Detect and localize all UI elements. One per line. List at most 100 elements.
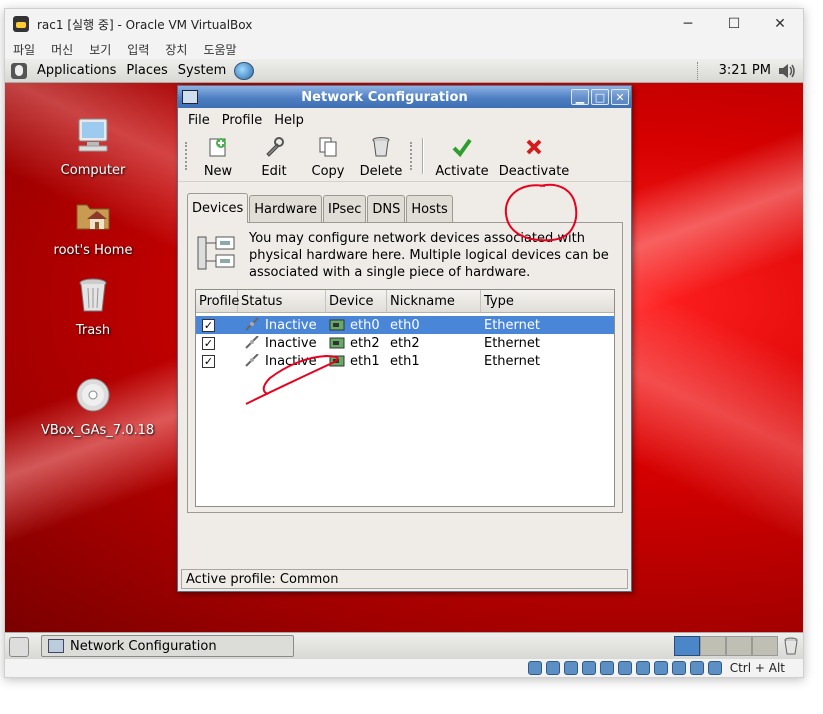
menu-file[interactable]: File	[188, 113, 210, 128]
dialog-minimize-button[interactable]: ▁	[571, 89, 589, 105]
menu-profile[interactable]: Profile	[222, 113, 262, 128]
gnome-bottom-panel: Network Configuration	[5, 632, 803, 659]
column-header-device[interactable]: Device	[326, 290, 387, 312]
deactivate-button[interactable]: Deactivate	[498, 136, 570, 179]
dialog-titlebar[interactable]: Network Configuration ▁ □ ✕	[178, 86, 631, 108]
tab-dns[interactable]: DNS	[367, 195, 406, 223]
ethernet-card-icon	[329, 319, 345, 331]
shared-folders-icon[interactable]	[617, 661, 632, 675]
type-text: Ethernet	[484, 335, 540, 351]
copy-button[interactable]: Copy	[308, 136, 348, 179]
list-header: Profile Status Device Nickname Type	[196, 290, 614, 313]
tab-ipsec[interactable]: IPsec	[323, 195, 367, 223]
network-status-icon[interactable]	[234, 61, 255, 80]
column-header-profile[interactable]: Profile	[196, 290, 239, 312]
applications-menu[interactable]: Applications	[37, 63, 116, 78]
toolbar-separator	[422, 138, 424, 174]
tab-hardware[interactable]: Hardware	[249, 195, 322, 223]
workspace-1[interactable]	[674, 636, 700, 656]
activate-label: Activate	[435, 164, 489, 179]
recording-icon[interactable]	[653, 661, 668, 675]
workspace-4[interactable]	[752, 636, 778, 656]
system-menu[interactable]: System	[178, 63, 226, 78]
desktop-icon-label: Trash	[75, 323, 111, 338]
cd-icon	[76, 378, 110, 412]
menu-devices[interactable]: 장치	[165, 41, 187, 58]
cpu-icon[interactable]	[671, 661, 686, 675]
edit-button[interactable]: Edit	[256, 136, 292, 179]
deactivate-icon	[526, 139, 542, 155]
device-text: eth0	[350, 317, 380, 333]
column-header-nickname[interactable]: Nickname	[387, 290, 481, 312]
network-adapter-icon[interactable]	[581, 661, 596, 675]
tab-hosts[interactable]: Hosts	[406, 195, 453, 223]
tab-devices[interactable]: Devices	[187, 193, 249, 223]
nickname-text: eth2	[390, 335, 420, 351]
toolbar-grip[interactable]	[185, 142, 189, 170]
menu-input[interactable]: 입력	[127, 41, 149, 58]
show-desktop-button[interactable]	[9, 637, 29, 657]
status-text: Inactive	[265, 317, 317, 333]
dialog-tabs: Devices Hardware IPsec DNS Hosts	[187, 193, 454, 223]
minimize-button[interactable]: ─	[665, 9, 711, 39]
devices-tab-panel: You may configure network devices associ…	[187, 222, 623, 513]
usb-icon[interactable]	[599, 661, 614, 675]
desktop-icon-home[interactable]: root's Home	[43, 195, 143, 258]
desktop-icon-computer[interactable]: Computer	[43, 115, 143, 178]
profile-checkbox[interactable]: ✓	[202, 318, 215, 332]
panel-separator	[697, 62, 699, 80]
panel-clock[interactable]: 3:21 PM	[719, 63, 771, 78]
virtualbox-window-title: rac1 [실행 중] - Oracle VM VirtualBox	[37, 17, 253, 32]
close-button[interactable]: ✕	[757, 9, 803, 39]
delete-button[interactable]: Delete	[359, 136, 403, 179]
virtualbox-titlebar: rac1 [실행 중] - Oracle VM VirtualBox ─ ☐ ✕	[5, 9, 803, 39]
optical-drive-icon[interactable]	[545, 661, 560, 675]
hard-disk-icon[interactable]	[527, 661, 542, 675]
dialog-app-icon	[182, 90, 198, 104]
taskbar-network-configuration[interactable]: Network Configuration	[41, 635, 294, 657]
devices-description: You may configure network devices associ…	[249, 231, 609, 280]
audio-icon[interactable]	[563, 661, 578, 675]
menu-help[interactable]: Help	[274, 113, 304, 128]
menu-machine[interactable]: 머신	[51, 41, 73, 58]
new-button[interactable]: New	[200, 136, 236, 179]
status-text: Inactive	[265, 353, 317, 369]
column-header-status[interactable]: Status	[238, 290, 326, 312]
menu-file[interactable]: 파일	[13, 41, 35, 58]
display-icon[interactable]	[635, 661, 650, 675]
column-header-type[interactable]: Type	[481, 290, 614, 312]
activate-button[interactable]: Activate	[432, 136, 492, 179]
new-label: New	[203, 164, 233, 179]
type-text: Ethernet	[484, 317, 540, 333]
dialog-maximize-button[interactable]: □	[591, 89, 609, 105]
copy-icon	[319, 137, 337, 157]
panel-trash-icon[interactable]	[783, 637, 799, 655]
profile-checkbox[interactable]: ✓	[202, 336, 215, 350]
computer-icon	[78, 118, 108, 152]
workspace-3[interactable]	[726, 636, 752, 656]
table-row[interactable]: ✓ Inactive eth1 eth1 Ethernet	[196, 352, 614, 370]
keyboard-icon[interactable]	[707, 661, 722, 675]
mouse-integration-icon[interactable]	[689, 661, 704, 675]
dialog-statusbar: Active profile: Common	[181, 569, 628, 589]
virtualbox-statusbar: Ctrl + Alt	[5, 659, 803, 677]
activate-icon	[452, 138, 472, 158]
table-row[interactable]: ✓ Inactive eth0 eth0 Ethernet	[196, 316, 614, 334]
window-controls: ─ ☐ ✕	[665, 9, 803, 39]
menu-view[interactable]: 보기	[89, 41, 111, 58]
menu-help[interactable]: 도움말	[203, 41, 236, 58]
table-row[interactable]: ✓ Inactive eth2 eth2 Ethernet	[196, 334, 614, 352]
desktop-icon-label: root's Home	[53, 243, 133, 258]
inactive-status-icon	[245, 354, 259, 367]
places-menu[interactable]: Places	[126, 63, 167, 78]
toolbar-grip[interactable]	[410, 142, 414, 170]
workspace-2[interactable]	[700, 636, 726, 656]
volume-icon[interactable]	[777, 62, 797, 80]
dialog-close-button[interactable]: ✕	[611, 89, 629, 105]
profile-checkbox[interactable]: ✓	[202, 354, 215, 368]
gnome-foot-icon[interactable]	[11, 62, 27, 79]
maximize-button[interactable]: ☐	[711, 9, 757, 39]
desktop-icon-cd[interactable]: VBox_GAs_7.0.18	[41, 375, 154, 438]
device-text: eth1	[350, 353, 380, 369]
desktop-icon-trash[interactable]: Trash	[43, 275, 143, 338]
